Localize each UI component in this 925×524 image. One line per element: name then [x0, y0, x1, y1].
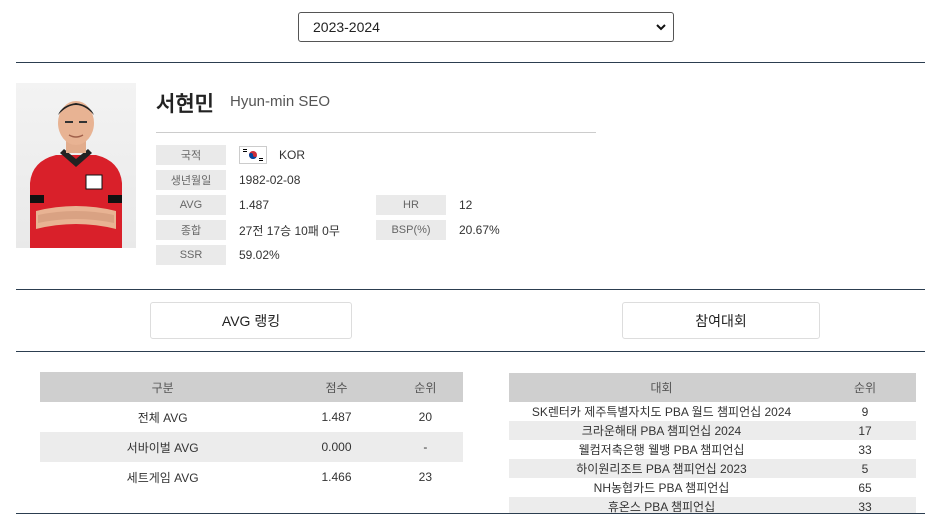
total-value: 27전 17승 10패 0무	[239, 223, 340, 238]
table-row[interactable]: NH농협카드 PBA 챔피언십 65	[509, 478, 916, 497]
tournament-rank: 17	[814, 421, 916, 440]
birth-label: 생년월일	[156, 170, 226, 190]
player-photo	[16, 83, 136, 248]
bsp-value: 20.67%	[459, 223, 500, 237]
divider	[16, 513, 925, 514]
tournament-rank: 65	[858, 480, 872, 495]
table-cell: -	[387, 432, 463, 462]
table-cell: 1.487	[321, 410, 352, 424]
nationality-value: KOR	[239, 145, 305, 165]
table-cell: 세트게임 AVG	[126, 470, 199, 485]
table-cell: 0.000	[285, 432, 388, 462]
hr-label: HR	[376, 195, 446, 215]
table-header-row: 대회 순위	[509, 373, 916, 402]
nationality-label: 국적	[156, 145, 226, 165]
tournaments-table: 대회 순위 SK렌터카 제주특별자치도 PBA 월드 챔피언십 2024 9 크…	[509, 373, 916, 513]
season-select-value: 2023-2024	[313, 19, 380, 35]
table-cell: 1.466	[321, 470, 352, 484]
divider	[16, 351, 925, 352]
tournament-name: 웰컴저축은행 웰뱅 PBA 챔피언십	[578, 443, 745, 457]
table-header-row: 구분 점수 순위	[40, 372, 463, 402]
table-row: 세트게임 AVG 1.466 23	[40, 462, 463, 492]
column-header: 순위	[387, 372, 463, 402]
avg-value: 1.487	[239, 198, 270, 212]
column-header: 구분	[40, 372, 286, 402]
divider	[156, 132, 596, 133]
tournament-rank: 33	[814, 497, 916, 513]
nationality-text: KOR	[279, 148, 306, 162]
table-row[interactable]: 크라운해태 PBA 챔피언십 2024 17	[509, 421, 916, 440]
hr-value: 12	[459, 198, 473, 212]
tournament-name: 하이원리조트 PBA 챔피언십 2023	[509, 459, 814, 478]
chevron-down-icon	[656, 24, 666, 31]
tab-tournaments[interactable]: 참여대회	[622, 302, 820, 339]
season-select[interactable]: 2023-2024	[298, 12, 674, 42]
avg-label: AVG	[156, 195, 226, 215]
ssr-value: 59.02%	[239, 248, 280, 262]
table-row: 전체 AVG 1.487 20	[40, 402, 463, 432]
divider	[16, 62, 925, 63]
tournament-rank: 9	[861, 404, 869, 419]
divider	[16, 289, 925, 290]
ssr-label: SSR	[156, 245, 226, 265]
table-cell: 전체 AVG	[137, 410, 188, 425]
table-row[interactable]: 웰컴저축은행 웰뱅 PBA 챔피언십 33	[509, 440, 916, 459]
tournament-name: 휴온스 PBA 챔피언십	[509, 497, 814, 513]
table-cell: 서바이벌 AVG	[40, 432, 286, 462]
column-header: 순위	[814, 373, 916, 402]
table-cell: 23	[418, 470, 433, 484]
table-cell: 20	[418, 410, 433, 424]
tournament-rank: 33	[858, 442, 872, 457]
tournament-name: NH농협카드 PBA 챔피언십	[593, 481, 730, 495]
tournament-rank: 5	[814, 459, 916, 478]
column-header: 대회	[509, 373, 814, 402]
table-row: 서바이벌 AVG 0.000 -	[40, 432, 463, 462]
table-row[interactable]: 하이원리조트 PBA 챔피언십 2023 5	[509, 459, 916, 478]
player-name-ko: 서현민	[156, 93, 214, 116]
avg-ranking-table: 구분 점수 순위 전체 AVG 1.487 20 서바이벌 AVG 0.000 …	[40, 372, 463, 492]
tournament-name: SK렌터카 제주특별자치도 PBA 월드 챔피언십 2024	[531, 405, 792, 419]
tournaments-list[interactable]: 대회 순위 SK렌터카 제주특별자치도 PBA 월드 챔피언십 2024 9 크…	[509, 373, 916, 513]
bsp-label: BSP(%)	[376, 220, 446, 240]
column-header: 점수	[285, 372, 388, 402]
table-row[interactable]: SK렌터카 제주특별자치도 PBA 월드 챔피언십 2024 9	[509, 402, 916, 421]
tournament-name: 크라운해태 PBA 챔피언십 2024	[509, 421, 814, 440]
total-label: 종합	[156, 220, 226, 240]
table-row[interactable]: 휴온스 PBA 챔피언십 33	[509, 497, 916, 513]
birth-value: 1982-02-08	[239, 173, 301, 187]
korea-flag-icon	[239, 146, 267, 164]
player-name-en: Hyun-min SEO	[230, 93, 331, 110]
tab-avg-ranking[interactable]: AVG 랭킹	[150, 302, 352, 339]
